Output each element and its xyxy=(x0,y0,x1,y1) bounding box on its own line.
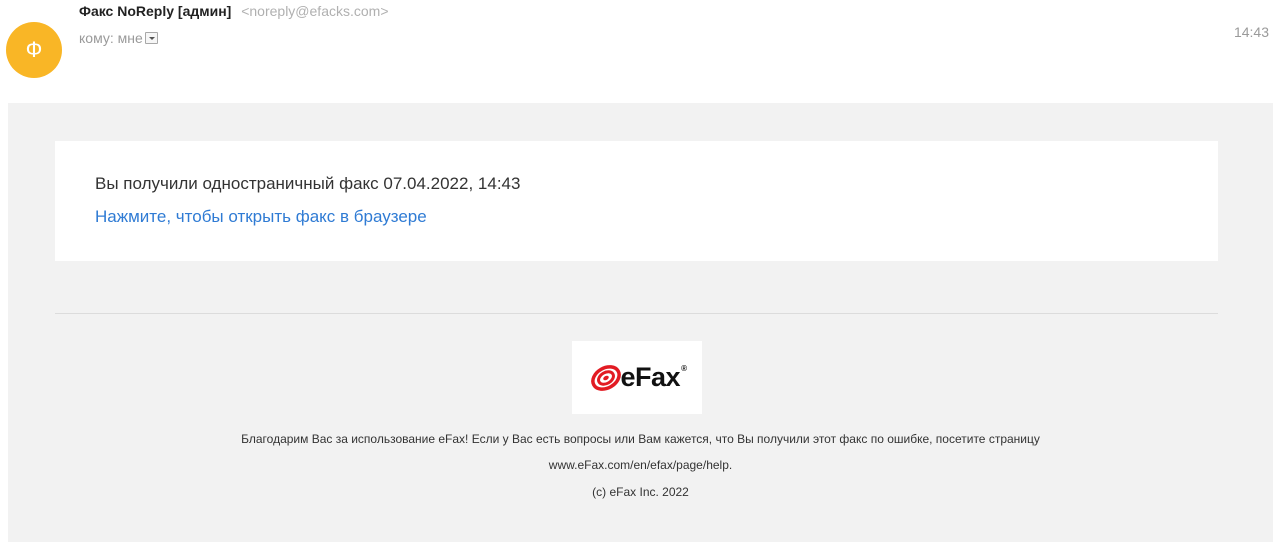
sender-name[interactable]: Факс NoReply [админ] xyxy=(79,3,231,19)
recipient-label: кому: мне xyxy=(79,30,143,46)
divider xyxy=(55,313,1218,314)
recipient-line: кому: мне xyxy=(79,30,158,46)
efax-logo-wordmark: eFax ® xyxy=(588,362,687,393)
footer-help-url[interactable]: www.eFax.com/en/efax/page/help. xyxy=(8,458,1273,472)
sender-avatar[interactable]: Ф xyxy=(6,22,62,78)
email-header: Ф Факс NoReply [админ] <noreply@efacks.c… xyxy=(0,0,1281,100)
message-time: 14:43 xyxy=(1233,24,1269,40)
message-card: Вы получили одностраничный факс 07.04.20… xyxy=(55,141,1218,261)
recipient-details-dropdown-icon[interactable] xyxy=(144,32,158,44)
efax-logo[interactable]: eFax ® xyxy=(572,341,702,414)
email-body: Вы получили одностраничный факс 07.04.20… xyxy=(8,103,1273,542)
open-fax-link[interactable]: Нажмите, чтобы открыть факс в браузере xyxy=(95,207,427,227)
footer-copyright: (c) eFax Inc. 2022 xyxy=(592,485,689,499)
efax-swirl-icon xyxy=(590,364,621,391)
avatar-letter: Ф xyxy=(25,37,43,62)
sender-line: Факс NoReply [админ] <noreply@efacks.com… xyxy=(79,3,389,19)
footer-thanks-text: Благодарим Вас за использование eFax! Ес… xyxy=(241,432,1040,446)
efax-logo-text: eFax xyxy=(620,362,681,392)
sender-email: <noreply@efacks.com> xyxy=(241,3,389,19)
registered-mark: ® xyxy=(681,364,687,373)
fax-received-text: Вы получили одностраничный факс 07.04.20… xyxy=(95,174,521,193)
